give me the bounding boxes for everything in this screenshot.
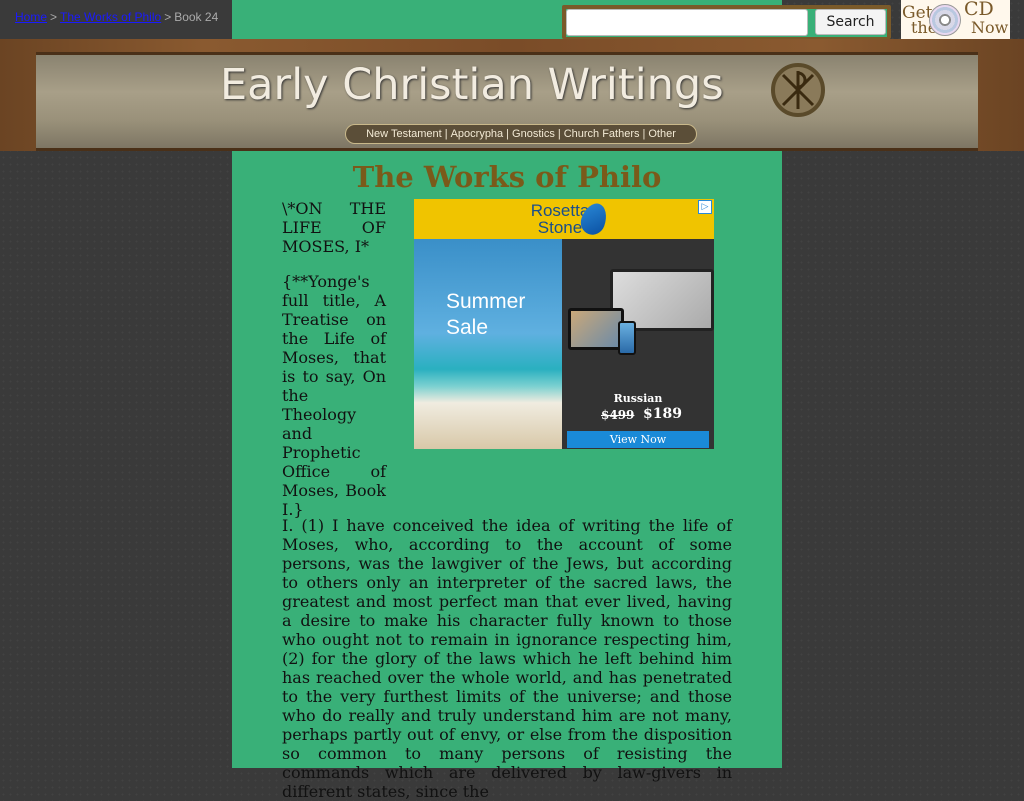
search-input[interactable]	[566, 9, 808, 36]
search-button[interactable]: Search	[815, 9, 886, 35]
get-cd-promo[interactable]: Get the CD Now!	[901, 0, 1010, 39]
translator-note: {**Yonge's full title, A Treatise on the…	[282, 272, 386, 519]
ad-choices-icon[interactable]: ▷	[698, 200, 712, 214]
breadcrumb-current: Book 24	[174, 10, 219, 24]
site-title[interactable]: Early Christian Writings	[220, 60, 760, 120]
ad-sale-text: Summer Sale	[446, 290, 526, 339]
nav-separator: |	[506, 128, 510, 140]
intro-text: \*ON THE LIFE OF MOSES, I* {**Yonge's fu…	[282, 199, 386, 535]
ad-old-price: $499	[601, 408, 635, 422]
top-bar: Home > The Works of Philo > Book 24 Search G…	[0, 0, 1024, 39]
nav-other[interactable]: Other	[648, 128, 676, 140]
promo-text-cd: CD	[964, 0, 994, 20]
nav-church-fathers[interactable]: Church Fathers	[564, 128, 640, 140]
nav-apocrypha[interactable]: Apocrypha	[451, 128, 504, 140]
article-body: I. (1) I have conceived the idea of writ…	[282, 516, 732, 801]
breadcrumb-separator: >	[50, 10, 58, 24]
advertisement[interactable]: Rosetta Stone ▷ Summer Sale Russian $499…	[414, 199, 714, 449]
breadcrumb-home-link[interactable]: Home	[15, 10, 47, 24]
breadcrumb: Home > The Works of Philo > Book 24	[0, 0, 232, 39]
section-heading: \*ON THE LIFE OF MOSES, I*	[282, 199, 386, 256]
ad-beach-image	[414, 239, 562, 449]
cd-icon	[929, 4, 961, 36]
page-title: The Works of Philo	[352, 160, 662, 194]
nav-separator: |	[557, 128, 561, 140]
chi-rho-icon	[771, 63, 825, 117]
ad-new-price: $189	[643, 406, 682, 422]
breadcrumb-separator: >	[164, 10, 172, 24]
phone-icon	[618, 321, 636, 355]
nav-new-testament[interactable]: New Testament	[366, 128, 442, 140]
banner-nav: New Testament | Apocrypha | Gnostics | Church …	[345, 124, 697, 144]
nav-separator: |	[642, 128, 646, 140]
article-paragraph: I. (1) I have conceived the idea of writ…	[282, 516, 732, 801]
promo-text-now: Now!	[971, 18, 1010, 37]
nav-gnostics[interactable]: Gnostics	[512, 128, 555, 140]
ad-language: Russian	[613, 392, 663, 405]
nav-separator: |	[444, 128, 448, 140]
ad-view-now-button[interactable]: View Now	[567, 431, 709, 448]
tablet-icon	[568, 308, 624, 350]
breadcrumb-works-link[interactable]: The Works of Philo	[60, 10, 161, 24]
